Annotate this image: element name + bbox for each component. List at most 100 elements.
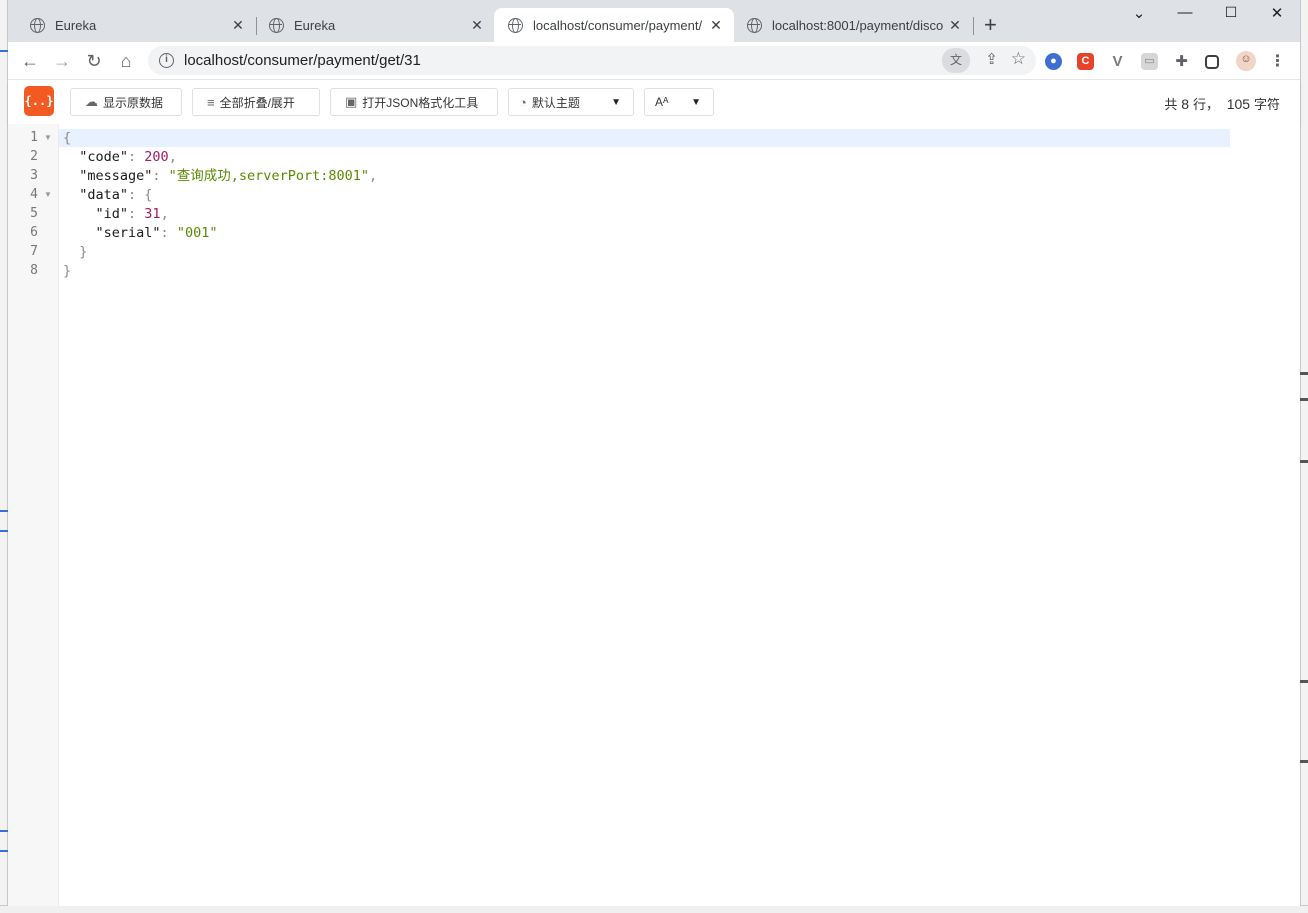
tab-title: Eureka xyxy=(294,17,336,33)
background-window-left xyxy=(0,0,8,913)
chevron-down-icon: ▼ xyxy=(691,96,701,108)
stats-char-unit: 字符 xyxy=(1253,97,1280,112)
cloud-icon: ☁ xyxy=(85,94,98,109)
close-icon[interactable]: ✕ xyxy=(469,17,485,34)
profile-avatar[interactable]: ☺ xyxy=(1236,51,1256,71)
code-token: , xyxy=(160,206,169,222)
open-json-tool-label: 打开JSON格式化工具 xyxy=(362,95,479,110)
extension-screen-icon[interactable]: ▭ xyxy=(1141,53,1158,70)
json-stats: 共 8 行， 105 字符 xyxy=(1164,94,1280,113)
extension-firefox-icon[interactable]: ● xyxy=(1045,53,1062,70)
close-window-button[interactable]: ✕ xyxy=(1262,4,1292,22)
forward-button[interactable]: → xyxy=(50,49,74,73)
code-token: : xyxy=(128,149,145,165)
code-line: "serial": "001" xyxy=(63,224,218,243)
tab-search-button[interactable]: ⌄ xyxy=(1124,4,1154,22)
tab-eureka-2[interactable]: Eureka ✕ xyxy=(255,8,495,42)
translate-icon[interactable]: 文 xyxy=(942,48,970,73)
stats-line-unit: 行， xyxy=(1192,97,1219,112)
side-panel-icon[interactable] xyxy=(1205,55,1219,69)
taskbar-strip xyxy=(0,905,1308,913)
tab-title: Eureka xyxy=(55,17,97,33)
code-line: "id": 31, xyxy=(63,205,169,224)
tab-title: localhost/consumer/payment/ xyxy=(533,17,703,33)
code-token: } xyxy=(63,263,72,279)
json-editor[interactable]: 1 ▼ 2 3 4 ▼ 5 6 7 8 { "code": 200, "message": "查询… xyxy=(8,124,1300,906)
close-icon[interactable]: ✕ xyxy=(947,17,963,34)
font-size-select[interactable]: Aᴬ ▼ xyxy=(644,88,714,116)
theme-select-value: 默认主题 xyxy=(531,95,580,110)
share-icon[interactable]: ⇪ xyxy=(985,50,998,68)
globe-icon xyxy=(30,17,45,33)
fold-toggle-icon[interactable]: ▼ xyxy=(44,133,52,142)
code-line: } xyxy=(63,243,87,262)
extension-csdn-icon[interactable]: C xyxy=(1077,53,1094,70)
address-bar[interactable]: i localhost/consumer/payment/get/31 文 ⇪ … xyxy=(148,46,1036,75)
reload-button[interactable]: ↻ xyxy=(82,49,106,73)
stats-line-count: 8 xyxy=(1181,96,1190,112)
show-raw-button[interactable]: ☁ 显示原数据 xyxy=(70,88,182,116)
bookmark-star-icon[interactable]: ☆ xyxy=(1011,49,1026,69)
url-text[interactable]: localhost/consumer/payment/get/31 xyxy=(184,52,421,69)
line-number: 3 xyxy=(30,168,38,183)
open-json-tool-button[interactable]: ▣ 打开JSON格式化工具 xyxy=(330,88,498,116)
fold-toggle-icon[interactable]: ▼ xyxy=(44,190,52,199)
json-tool-icon: ▣ xyxy=(345,94,358,109)
new-tab-button[interactable]: + xyxy=(984,14,997,36)
chevron-down-icon: ▼ xyxy=(611,96,621,108)
fold-icon: ≡ xyxy=(207,94,215,110)
code-token: , xyxy=(168,149,177,165)
code-token: "message" xyxy=(63,168,153,184)
code-token: : { xyxy=(128,187,153,203)
browser-toolbar: ← → ↻ ⌂ i localhost/consumer/payment/get… xyxy=(8,42,1300,80)
theme-select[interactable]: ◔ 默认主题 ▼ xyxy=(508,88,634,116)
extensions-puzzle-icon[interactable]: ✚ xyxy=(1173,53,1190,70)
stats-prefix: 共 xyxy=(1164,97,1178,112)
line-number: 8 xyxy=(30,263,38,278)
show-raw-label: 显示原数据 xyxy=(103,95,164,110)
browser-window: Eureka ✕ Eureka ✕ localhost/consumer/pay… xyxy=(8,0,1300,906)
globe-icon xyxy=(747,17,762,33)
site-info-icon[interactable]: i xyxy=(159,53,174,68)
maximize-button[interactable]: ☐ xyxy=(1216,4,1246,21)
close-icon[interactable]: ✕ xyxy=(708,17,724,34)
code-line: } xyxy=(63,262,71,281)
fold-all-button[interactable]: ≡ 全部折叠/展开 xyxy=(192,88,320,116)
code-token: 200 xyxy=(144,149,169,165)
stats-char-count: 105 xyxy=(1226,96,1251,112)
menu-kebab-icon[interactable]: ⋮ xyxy=(1269,53,1286,70)
extension-vue-icon[interactable]: V xyxy=(1109,53,1126,70)
code-token: "data" xyxy=(63,187,129,203)
code-token: "code" xyxy=(63,149,129,165)
json-viewer-logo[interactable]: {..} xyxy=(24,86,54,116)
globe-icon xyxy=(269,17,284,33)
code-token: "001" xyxy=(176,225,218,241)
code-token: } xyxy=(63,244,88,260)
active-line-highlight xyxy=(59,129,1230,147)
tab-consumer-payment[interactable]: localhost/consumer/payment/ ✕ xyxy=(494,8,734,42)
minimize-button[interactable]: — xyxy=(1170,4,1200,21)
background-window-right xyxy=(1300,0,1308,913)
code-token: 31 xyxy=(144,206,161,222)
code-line: "data": { xyxy=(63,186,152,205)
code-line: { xyxy=(63,129,71,148)
line-number: 5 xyxy=(30,206,38,221)
line-number: 1 xyxy=(30,130,38,145)
code-token: : xyxy=(128,206,145,222)
code-token: : xyxy=(160,225,177,241)
tab-title: localhost:8001/payment/disco xyxy=(772,17,944,33)
tab-payment-discovery[interactable]: localhost:8001/payment/disco ✕ xyxy=(733,8,973,42)
code-token: : xyxy=(152,168,169,184)
line-number-gutter: 1 ▼ 2 3 4 ▼ 5 6 7 8 xyxy=(8,124,59,906)
fold-all-label: 全部折叠/展开 xyxy=(219,95,295,110)
code-token: "serial" xyxy=(63,225,161,241)
code-token: , xyxy=(368,168,378,184)
close-icon[interactable]: ✕ xyxy=(230,17,246,34)
home-button[interactable]: ⌂ xyxy=(114,49,138,73)
palette-icon: ◔ xyxy=(519,94,527,110)
globe-icon xyxy=(508,17,523,33)
code-line: "message": "查询成功,serverPort:8001", xyxy=(63,167,377,186)
tab-eureka-1[interactable]: Eureka ✕ xyxy=(16,8,256,42)
back-button[interactable]: ← xyxy=(18,49,42,73)
code-token: "查询成功,serverPort:8001" xyxy=(168,168,369,184)
